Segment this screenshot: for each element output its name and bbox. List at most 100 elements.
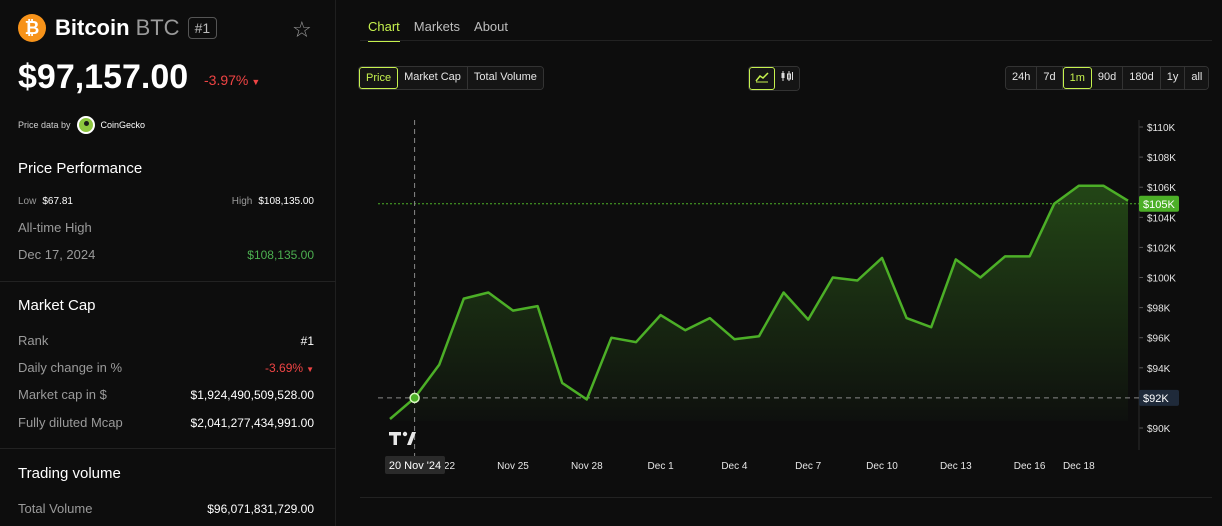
coin-symbol: BTC [135, 15, 180, 40]
x-tick-label: Dec 16 [1014, 461, 1046, 472]
y-tick-label: $106K [1147, 183, 1176, 194]
x-tick-label: Nov 25 [497, 461, 529, 472]
price-change: -3.97% ▼ [204, 72, 260, 88]
coingecko-logo-icon [76, 116, 95, 134]
daily-change-label: Daily change in % [18, 360, 123, 375]
range-7d-button[interactable]: 7d [1037, 67, 1063, 89]
high-label: High [231, 196, 253, 207]
coin-header: ₿ Bitcoin BTC #1 [18, 14, 218, 42]
fdv-label: Fully diluted Mcap [18, 415, 123, 430]
high-value: $108,135.00 [258, 196, 314, 207]
high-stat: High $108,135.00 [232, 196, 314, 207]
low-label: Low [18, 196, 37, 207]
total-volume-row: Total Volume $96,071,831,729.00 [18, 501, 314, 516]
daily-change-row: Daily change in % -3.69% ▼ [18, 360, 314, 375]
range-90d-button[interactable]: 90d [1091, 67, 1124, 89]
x-tick-label: Dec 1 [648, 461, 675, 472]
total-volume-label: Total Volume [18, 501, 93, 516]
range-180d-button[interactable]: 180d [1123, 67, 1161, 89]
star-icon[interactable]: ☆ [292, 17, 312, 43]
x-start-label: 20 Nov '24 [389, 460, 441, 472]
tab-markets[interactable]: Markets [414, 19, 460, 42]
crosshair-point [409, 392, 420, 404]
price-data-label: Price data by [18, 120, 71, 130]
tab-about[interactable]: About [474, 19, 508, 42]
coin-sidebar: ₿ Bitcoin BTC #1 ☆ $97,157.00 -3.97% ▼ Pr… [0, 0, 336, 526]
tab-chart[interactable]: Chart [368, 19, 400, 42]
divider [0, 281, 336, 282]
chart-type-toggle [748, 66, 800, 91]
rank-value: #1 [300, 333, 314, 348]
low-value: $67.81 [42, 196, 73, 207]
x-tick-label: Dec 18 [1063, 461, 1095, 472]
line-chart-icon [755, 72, 769, 83]
metric-total-volume-button[interactable]: Total Volume [467, 67, 543, 89]
y-tick-label: $90K [1147, 424, 1171, 435]
tradingview-logo-icon [389, 431, 416, 445]
crosshair-price-badge: $92K [1139, 389, 1179, 406]
x-tick-label: Dec 13 [940, 461, 972, 472]
y-tick-label: $100K [1147, 274, 1176, 285]
low-high-range: Low $67.81 High $108,135.00 [18, 196, 314, 207]
caret-down-icon: ▼ [251, 77, 261, 87]
price-data-source[interactable]: CoinGecko [101, 120, 146, 130]
x-axis: Nov 22Nov 25Nov 28Dec 1Dec 4Dec 7Dec 10D… [423, 461, 1095, 472]
total-volume-value: $96,071,831,729.00 [207, 501, 314, 516]
current-price: $97,157.00 [18, 58, 189, 96]
y-tick-label: $94K [1147, 364, 1171, 375]
x-tick-label: Nov 28 [571, 461, 603, 472]
price-data-attribution: Price data by CoinGecko [18, 116, 145, 134]
x-tick-label: Dec 10 [866, 461, 898, 472]
range-all-button[interactable]: all [1185, 67, 1209, 89]
daily-change: -3.69% ▼ [265, 361, 314, 375]
fdv-value: $2,041,277,434,991.00 [190, 415, 314, 430]
y-tick-label: $96K [1147, 334, 1171, 345]
candlestick-icon [781, 71, 793, 81]
y-tick-label: $102K [1147, 243, 1176, 254]
current-price-badge: $105K [1139, 195, 1179, 212]
market-cap-row: Market cap in $ $1,924,490,509,528.00 [18, 387, 314, 402]
ath-value: $108,135.00 [247, 247, 314, 262]
market-cap-label: Market cap in $ [18, 387, 107, 402]
bitcoin-logo-icon: ₿ [18, 14, 46, 42]
section-tabs: Chart Markets About [368, 19, 508, 42]
metric-market-cap-button[interactable]: Market Cap [398, 67, 468, 89]
rank-badge: #1 [187, 17, 218, 39]
metric-price-button[interactable]: Price [359, 67, 399, 89]
candlestick-button[interactable] [775, 67, 799, 90]
market-cap-value: $1,924,490,509,528.00 [190, 387, 314, 402]
divider [0, 448, 336, 449]
ath-label: All-time High [18, 220, 92, 235]
y-tick-label: $108K [1147, 153, 1176, 164]
market-cap-title: Market Cap [18, 297, 96, 314]
x-start-badge: 20 Nov '24 [385, 456, 445, 474]
low-stat: Low $67.81 [18, 196, 73, 207]
price-change-value: -3.97% [204, 72, 249, 88]
x-tick-label: Dec 4 [721, 461, 748, 472]
metric-toggle: Price Market Cap Total Volume [358, 66, 544, 90]
price-performance-title: Price Performance [18, 160, 143, 177]
chart-bottom-divider [360, 497, 1212, 498]
fdv-row: Fully diluted Mcap $2,041,277,434,991.00 [18, 415, 314, 430]
line-chart-button[interactable] [749, 67, 775, 90]
tab-divider [360, 40, 1212, 41]
coin-name: Bitcoin [55, 15, 130, 40]
range-toggle: 24h 7d 1m 90d 180d 1y all [1005, 66, 1210, 90]
y-tick-label: $110K [1147, 123, 1176, 134]
ath-date: Dec 17, 2024 [18, 247, 96, 262]
x-tick-label: Dec 7 [795, 461, 822, 472]
current-price-label: $105K [1143, 199, 1175, 211]
range-24h-button[interactable]: 24h [1006, 67, 1038, 89]
ath-row: Dec 17, 2024 $108,135.00 [18, 247, 314, 262]
rank-label: Rank [18, 333, 49, 348]
chart-panel: Chart Markets About Price Market Cap Tot… [352, 0, 1214, 526]
price-area [390, 185, 1128, 421]
y-tick-label: $104K [1147, 213, 1176, 224]
range-1y-button[interactable]: 1y [1160, 67, 1186, 89]
price-chart[interactable]: $110K $108K $106K $104K $102K $100K $98K $96K $9… [352, 100, 1214, 480]
range-1m-button[interactable]: 1m [1062, 67, 1092, 89]
rank-row: Rank #1 [18, 333, 314, 348]
ath-label-row: All-time High [18, 220, 314, 235]
y-tick-label: $98K [1147, 304, 1171, 315]
crosshair-price-label: $92K [1143, 393, 1169, 405]
